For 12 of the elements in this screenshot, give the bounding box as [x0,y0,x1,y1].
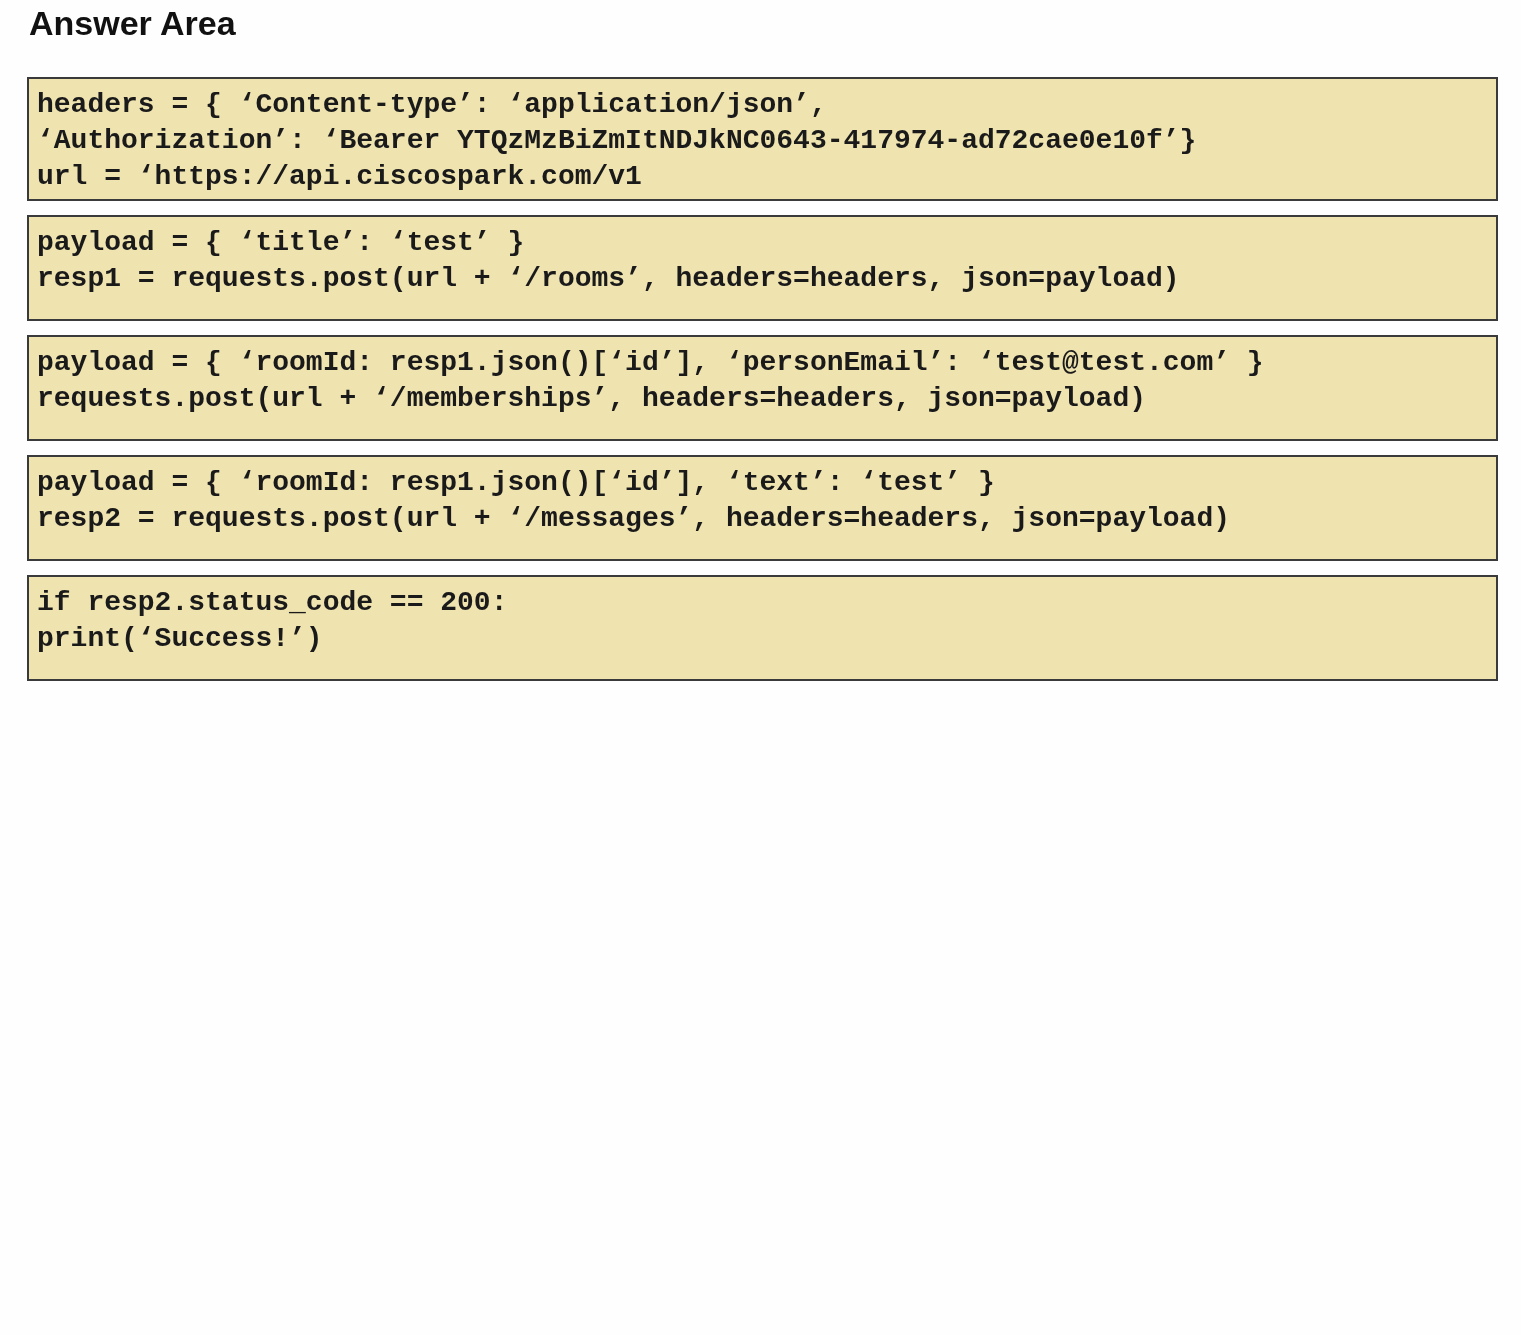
code-line: requests.post(url + ‘/memberships’, headers=headers, json=payload) [37,382,1147,416]
answer-area-heading: Answer Area [29,4,237,43]
code-line: resp1 = requests.post(url + ‘/rooms’, headers=headers, json=payload) [37,262,1181,296]
code-line: ‘Authorization’: ‘Bearer YTQzMzBiZmItNDJkNC0643-417974-ad72cae0e10f’} [37,124,1198,158]
code-line: if resp2.status_code == 200: [37,586,509,620]
code-line: headers = { ‘Content-type’: ‘application/json’, [37,88,828,122]
code-line: payload = { ‘roomId: resp1.json()[‘id’], ‘personEmail’: ‘test@test.com’ } [37,346,1265,380]
code-line: payload = { ‘title’: ‘test’ } [37,226,526,260]
code-line: payload = { ‘roomId: resp1.json()[‘id’], ‘text’: ‘test’ } [37,466,996,500]
code-line: url = ‘https://api.ciscospark.com/v1 [37,160,643,194]
code-line: resp2 = requests.post(url + ‘/messages’, headers=headers, json=payload) [37,502,1231,536]
code-line: print(‘Success!’) [37,622,324,656]
